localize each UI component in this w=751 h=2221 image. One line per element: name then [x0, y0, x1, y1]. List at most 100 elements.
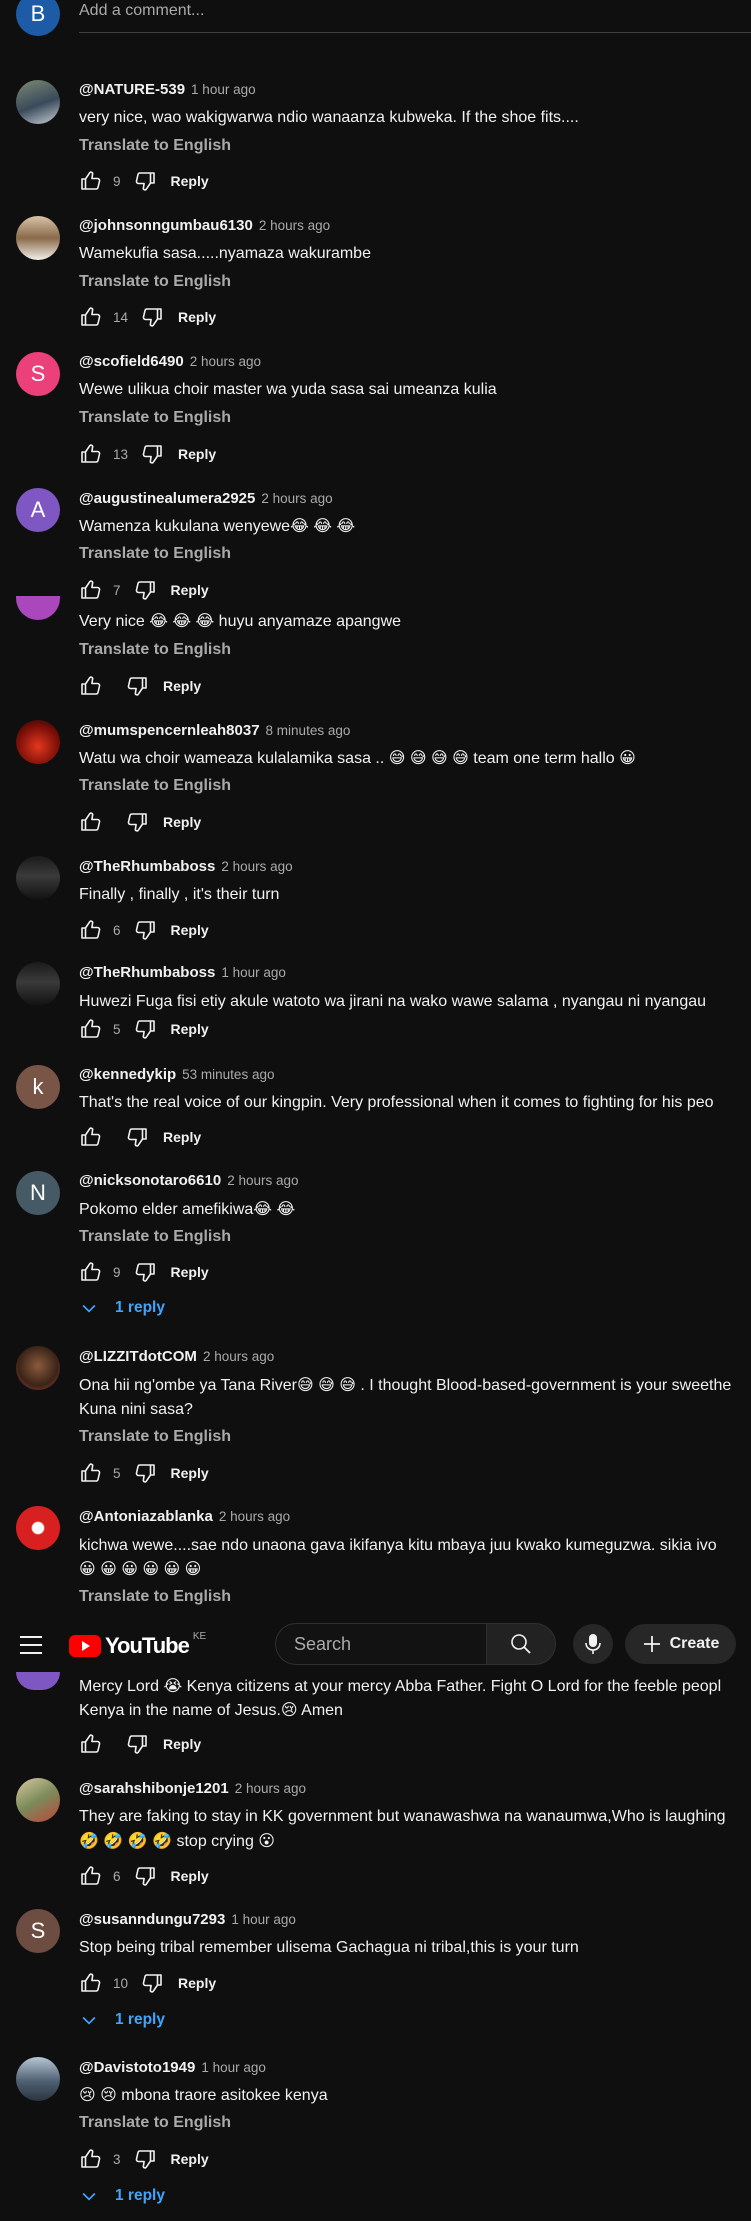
avatar[interactable]: k	[16, 1065, 60, 1109]
dislike-icon[interactable]	[125, 674, 149, 698]
dislike-icon[interactable]	[125, 1125, 149, 1149]
comment-time[interactable]: 1 hour ago	[201, 2060, 266, 2075]
comment-time[interactable]: 2 hours ago	[227, 1173, 298, 1188]
comment-time[interactable]: 1 hour ago	[191, 82, 256, 97]
comment-time[interactable]: 2 hours ago	[203, 1349, 274, 1364]
dislike-icon[interactable]	[133, 1017, 157, 1041]
dislike-icon[interactable]	[140, 1971, 164, 1995]
comment-time[interactable]: 53 minutes ago	[182, 1067, 274, 1082]
author-handle[interactable]: @kennedykip	[79, 1066, 176, 1083]
author-handle[interactable]: @augustinealumera2925	[79, 490, 255, 507]
translate-link[interactable]: Translate to English	[79, 409, 231, 427]
avatar[interactable]	[16, 216, 60, 260]
dislike-icon[interactable]	[125, 1732, 149, 1756]
like-icon[interactable]	[79, 1732, 103, 1756]
translate-link[interactable]: Translate to English	[79, 2114, 231, 2132]
dislike-icon[interactable]	[140, 305, 164, 329]
reply-button[interactable]: Reply	[178, 309, 216, 325]
author-handle[interactable]: @mumspencernleah8037	[79, 722, 260, 739]
translate-link[interactable]: Translate to English	[79, 545, 231, 563]
reply-button[interactable]: Reply	[171, 922, 209, 938]
menu-icon[interactable]	[20, 1636, 42, 1654]
like-icon[interactable]	[79, 169, 103, 193]
dislike-icon[interactable]	[133, 1461, 157, 1485]
avatar[interactable]	[16, 1506, 60, 1550]
reply-button[interactable]: Reply	[178, 1975, 216, 1991]
reply-button[interactable]: Reply	[163, 1736, 201, 1752]
youtube-logo[interactable]: YouTube KE	[69, 1631, 206, 1659]
author-handle[interactable]: @TheRhumbaboss	[79, 964, 215, 981]
reply-button[interactable]: Reply	[171, 582, 209, 598]
avatar[interactable]	[16, 1346, 60, 1390]
comment-time[interactable]: 1 hour ago	[221, 965, 286, 980]
reply-button[interactable]: Reply	[171, 2151, 209, 2167]
like-icon[interactable]	[79, 442, 103, 466]
author-handle[interactable]: @TheRhumbaboss	[79, 858, 215, 875]
comment-time[interactable]: 1 hour ago	[231, 1912, 296, 1927]
author-handle[interactable]: @Davistoto1949	[79, 2059, 195, 2076]
search-button[interactable]	[486, 1623, 556, 1665]
author-handle[interactable]: @LIZZITdotCOM	[79, 1348, 197, 1365]
avatar[interactable]	[16, 2057, 60, 2101]
avatar[interactable]	[16, 596, 60, 620]
translate-link[interactable]: Translate to English	[79, 1228, 231, 1246]
reply-button[interactable]: Reply	[163, 678, 201, 694]
translate-link[interactable]: Translate to English	[79, 273, 231, 291]
comment-time[interactable]: 2 hours ago	[221, 859, 292, 874]
reply-button[interactable]: Reply	[163, 814, 201, 830]
author-handle[interactable]: @sarahshibonje1201	[79, 1780, 229, 1797]
comment-time[interactable]: 2 hours ago	[235, 1781, 306, 1796]
avatar[interactable]	[16, 720, 60, 764]
avatar[interactable]	[16, 856, 60, 900]
create-button[interactable]: Create	[625, 1624, 736, 1664]
dislike-icon[interactable]	[133, 918, 157, 942]
view-replies-button[interactable]: 1 reply	[79, 1298, 165, 1318]
like-icon[interactable]	[79, 1971, 103, 1995]
avatar[interactable]: S	[16, 1909, 60, 1953]
comment-time[interactable]: 2 hours ago	[190, 354, 261, 369]
comment-time[interactable]: 2 hours ago	[261, 491, 332, 506]
like-icon[interactable]	[79, 578, 103, 602]
reply-button[interactable]: Reply	[171, 1465, 209, 1481]
author-handle[interactable]: @nicksonotaro6610	[79, 1172, 221, 1189]
author-handle[interactable]: @NATURE-539	[79, 81, 185, 98]
reply-button[interactable]: Reply	[171, 173, 209, 189]
dislike-icon[interactable]	[125, 810, 149, 834]
avatar[interactable]	[16, 1672, 60, 1690]
author-handle[interactable]: @scofield6490	[79, 353, 184, 370]
avatar[interactable]: S	[16, 352, 60, 396]
like-icon[interactable]	[79, 2147, 103, 2171]
comment-time[interactable]: 2 hours ago	[259, 218, 330, 233]
author-handle[interactable]: @Antoniazablanka	[79, 1508, 213, 1525]
avatar[interactable]	[16, 962, 60, 1006]
like-icon[interactable]	[79, 1461, 103, 1485]
dislike-icon[interactable]	[133, 169, 157, 193]
like-icon[interactable]	[79, 1125, 103, 1149]
dislike-icon[interactable]	[133, 578, 157, 602]
dislike-icon[interactable]	[133, 1260, 157, 1284]
avatar[interactable]: N	[16, 1171, 60, 1215]
avatar[interactable]	[16, 1778, 60, 1822]
like-icon[interactable]	[79, 1017, 103, 1041]
reply-button[interactable]: Reply	[178, 446, 216, 462]
like-icon[interactable]	[79, 674, 103, 698]
search-input[interactable]: Search	[275, 1623, 487, 1665]
like-icon[interactable]	[79, 1260, 103, 1284]
dislike-icon[interactable]	[140, 442, 164, 466]
reply-button[interactable]: Reply	[171, 1021, 209, 1037]
like-icon[interactable]	[79, 918, 103, 942]
author-handle[interactable]: @johnsonngumbau6130	[79, 217, 253, 234]
voice-search-button[interactable]	[573, 1624, 613, 1664]
dislike-icon[interactable]	[133, 1864, 157, 1888]
translate-link[interactable]: Translate to English	[79, 641, 231, 659]
translate-link[interactable]: Translate to English	[79, 137, 231, 155]
translate-link[interactable]: Translate to English	[79, 1588, 231, 1606]
comment-input[interactable]: Add a comment...	[79, 2, 751, 33]
translate-link[interactable]: Translate to English	[79, 1428, 231, 1446]
view-replies-button[interactable]: 1 reply	[79, 2186, 165, 2206]
like-icon[interactable]	[79, 305, 103, 329]
avatar[interactable]	[16, 80, 60, 124]
reply-button[interactable]: Reply	[171, 1868, 209, 1884]
comment-time[interactable]: 8 minutes ago	[266, 723, 351, 738]
view-replies-button[interactable]: 1 reply	[79, 2010, 165, 2030]
